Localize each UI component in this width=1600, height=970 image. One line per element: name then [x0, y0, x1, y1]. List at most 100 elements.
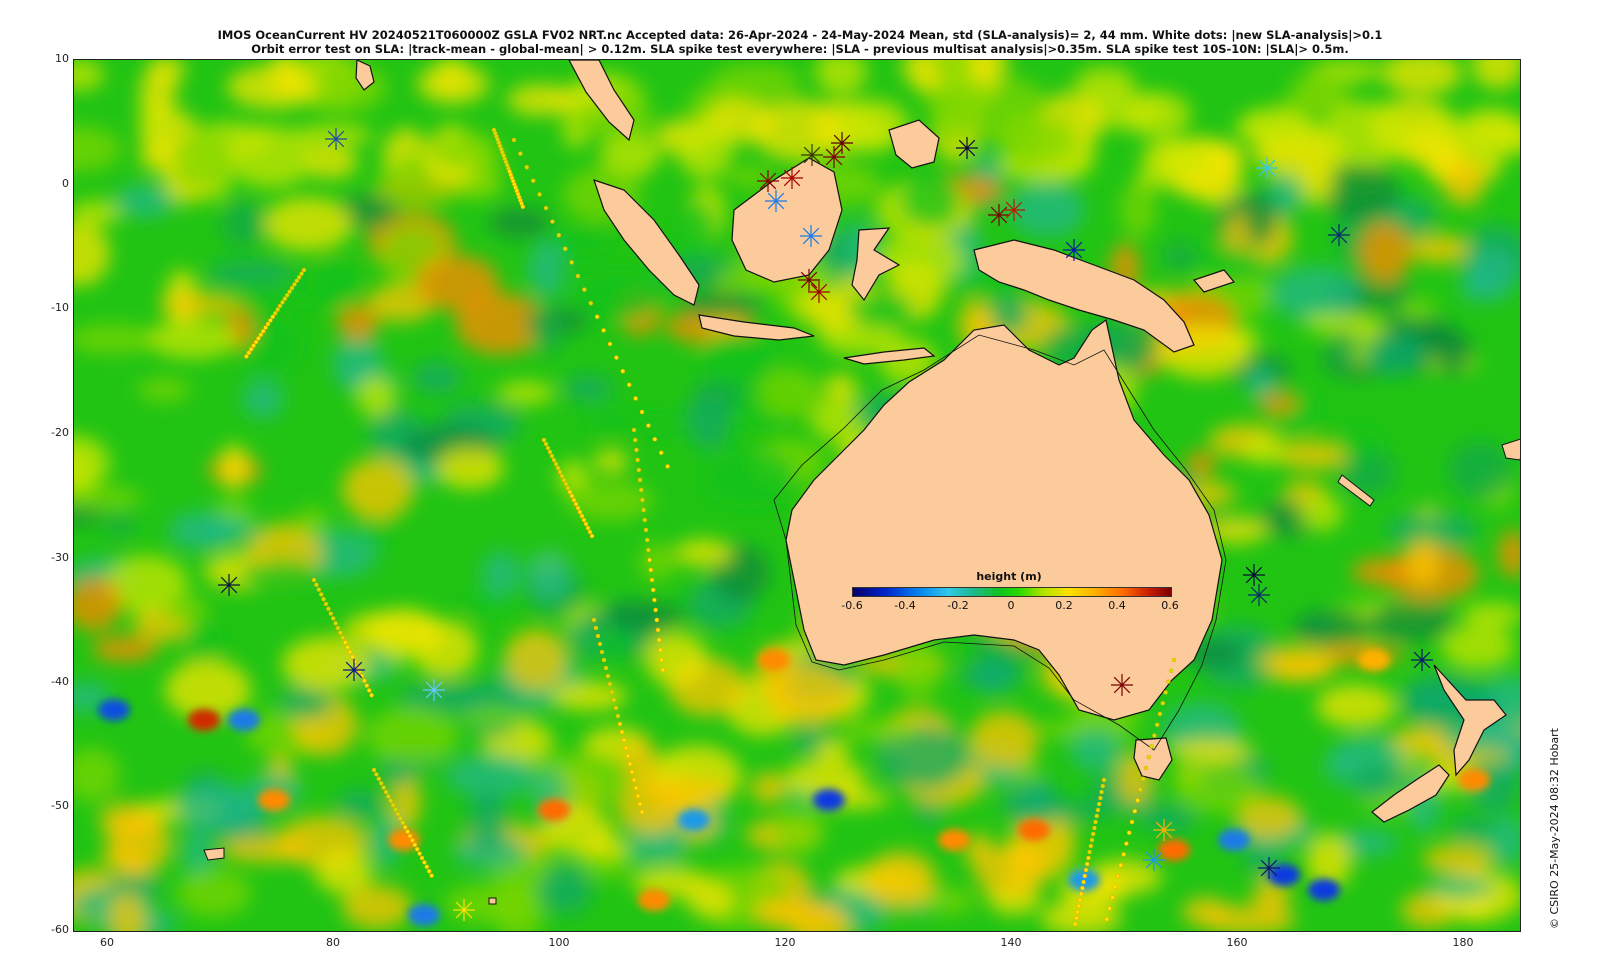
data-dot: [1157, 711, 1163, 717]
data-dot: [1146, 754, 1152, 760]
anomaly-blob: [991, 79, 1043, 119]
data-dot: [660, 667, 666, 673]
data-dot: [549, 453, 555, 459]
rejected-marker: [1248, 584, 1270, 606]
eddy: [813, 789, 845, 811]
eddy: [98, 699, 130, 721]
data-dot: [426, 868, 432, 874]
data-dot: [1088, 843, 1094, 849]
data-dot: [637, 477, 643, 483]
x-tick-label: 140: [1000, 936, 1022, 949]
data-dot: [1121, 852, 1126, 857]
anomaly-blob: [530, 306, 564, 354]
rejected-marker: [1258, 857, 1280, 879]
data-dot: [575, 505, 581, 511]
data-dot: [575, 273, 581, 279]
colorbar-tick-label: 0.6: [1161, 599, 1179, 612]
data-dot: [585, 525, 591, 531]
rejected-marker: [1256, 157, 1278, 179]
anomaly-blob: [675, 539, 733, 567]
anomaly-blob: [1303, 84, 1341, 110]
anomaly-blob: [336, 790, 384, 818]
data-dot: [607, 681, 613, 687]
data-dot: [1118, 862, 1124, 868]
data-dot: [613, 705, 619, 711]
rejected-marker: [453, 899, 475, 921]
data-dot: [607, 341, 613, 347]
anomaly-blob: [1292, 610, 1372, 646]
data-dot: [583, 521, 589, 527]
data-dot: [412, 842, 418, 848]
data-dot: [595, 633, 601, 639]
data-dot: [244, 354, 249, 359]
data-dot: [402, 824, 408, 830]
anomaly-blob: [1420, 113, 1458, 139]
data-dot: [364, 683, 370, 688]
data-dot: [543, 441, 549, 447]
anomaly-blob: [147, 319, 239, 359]
colorbar-tick-label: 0.4: [1108, 599, 1126, 612]
data-dot: [625, 753, 631, 759]
data-dot: [557, 469, 563, 475]
data-dot: [390, 802, 396, 808]
data-dot: [282, 296, 288, 302]
anomaly-blob: [1429, 875, 1493, 899]
anomaly-blob: [538, 864, 592, 914]
data-dot: [646, 423, 651, 428]
data-dot: [637, 801, 643, 807]
data-dot: [588, 300, 594, 306]
rejected-marker: [1153, 819, 1175, 841]
anomaly-blob: [219, 444, 249, 490]
data-dot: [587, 529, 593, 535]
anomaly-blob: [901, 172, 961, 228]
anomaly-blob: [969, 711, 1039, 769]
data-dot: [248, 346, 254, 352]
anomaly-blob: [172, 132, 230, 188]
anomaly-blob: [1138, 805, 1198, 831]
data-dot: [366, 688, 372, 693]
rejected-marker: [765, 190, 787, 212]
anomaly-blob: [1396, 298, 1436, 320]
data-dot: [601, 657, 607, 663]
data-dot: [556, 232, 562, 238]
colorbar-tick-label: -0.2: [947, 599, 969, 612]
data-dot: [1160, 700, 1166, 706]
data-dot: [376, 776, 382, 782]
anomaly-blob: [748, 900, 842, 930]
data-dot: [649, 577, 655, 583]
data-dot: [541, 437, 547, 443]
data-dot: [1110, 895, 1115, 900]
title-line-2: Orbit error test on SLA: |track-mean - g…: [251, 42, 1349, 56]
data-dot: [633, 396, 638, 401]
data-dot: [414, 846, 420, 852]
rejected-marker: [1328, 224, 1350, 246]
rejected-marker: [798, 269, 820, 291]
data-dot: [301, 267, 307, 273]
anomaly-blob: [848, 291, 914, 329]
anomaly-blob: [1258, 645, 1338, 679]
colorbar-tick-label: -0.4: [894, 599, 916, 612]
anomaly-blob: [1406, 539, 1440, 587]
data-dot: [562, 246, 568, 252]
anomaly-blob: [177, 869, 251, 917]
anomaly-blob: [110, 874, 162, 898]
data-dot: [573, 501, 579, 507]
data-dot: [633, 785, 639, 791]
data-dot: [582, 287, 587, 292]
anomaly-blob: [1120, 182, 1156, 238]
rejected-marker: [325, 128, 347, 150]
rejected-marker: [1111, 674, 1133, 696]
data-dot: [593, 625, 599, 631]
data-dot: [599, 649, 605, 655]
colorbar-tick-label: -0.6: [841, 599, 863, 612]
data-dot: [400, 820, 406, 826]
data-dot: [1087, 849, 1092, 855]
data-dot: [547, 449, 553, 455]
data-dot: [609, 689, 615, 695]
eddy: [388, 829, 420, 851]
rejected-marker: [781, 167, 803, 189]
anomaly-blob: [337, 305, 379, 341]
data-dot: [1082, 873, 1088, 879]
data-dot: [395, 811, 401, 817]
anomaly-blob: [865, 851, 937, 911]
